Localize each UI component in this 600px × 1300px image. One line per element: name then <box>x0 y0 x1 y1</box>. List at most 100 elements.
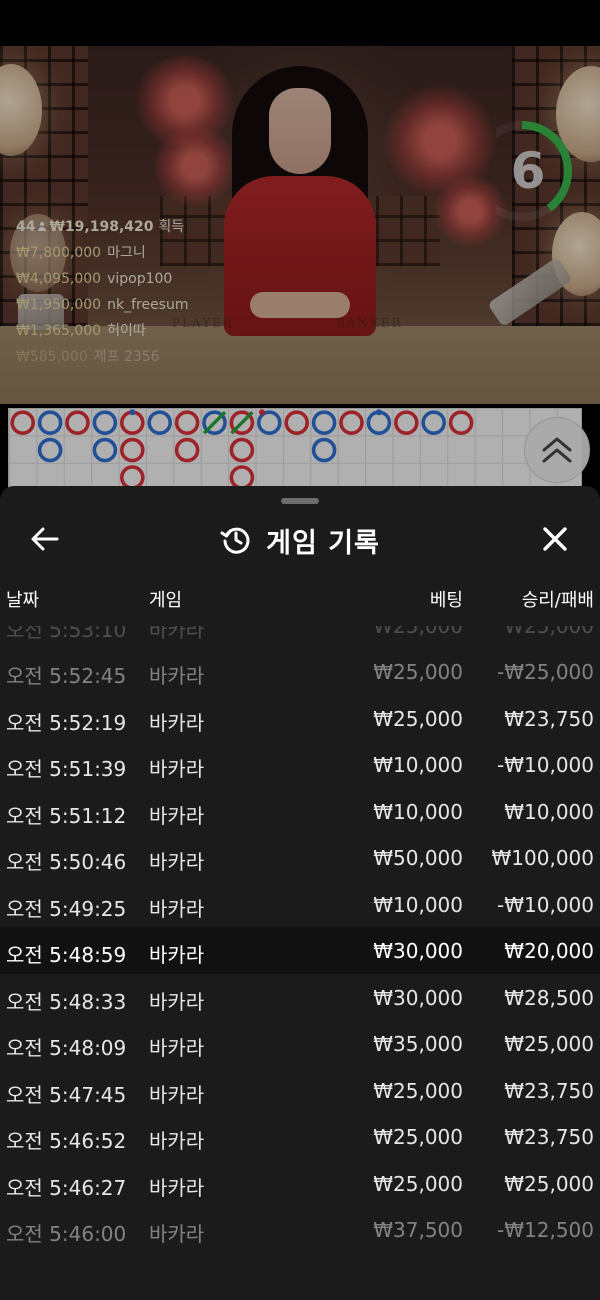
column-date: 날짜 <box>6 590 40 611</box>
game-history-sheet: 게임 기록 날짜 게임 베팅 승리/패배 오전 5:53:10 바카라 ₩25,… <box>0 486 600 1300</box>
row-result: ₩10,000 <box>504 799 594 824</box>
row-game: 바카라 <box>149 1175 205 1200</box>
table-row[interactable]: 오전 5:47:45 바카라 ₩25,000 ₩23,750 <box>0 1067 600 1114</box>
winner-row: ₩1,365,000 허이따 <box>16 323 146 339</box>
table-row[interactable]: 오전 5:46:27 바카라 ₩25,000 ₩25,000 <box>0 1160 600 1207</box>
row-bet: ₩25,000 <box>373 1171 463 1196</box>
dealer-face <box>269 88 331 174</box>
road-player-mark <box>92 437 118 463</box>
road-player-mark <box>421 410 447 435</box>
table-row-edge <box>0 1253 600 1300</box>
road-pair-dot <box>129 409 136 416</box>
row-game: 바카라 <box>149 943 205 967</box>
row-date: 오전 5:46:00 <box>6 1222 127 1246</box>
status-bar <box>0 0 600 46</box>
row-date: 오전 5:49:25 <box>6 896 127 921</box>
sheet-header: 게임 기록 <box>0 518 600 562</box>
close-icon <box>543 527 567 551</box>
row-result: ₩25,000 <box>504 1032 594 1056</box>
row-bet: ₩37,500 <box>373 1218 463 1242</box>
row-bet: ₩35,000 <box>373 1032 463 1056</box>
table-row[interactable]: 오전 5:53:10 바카라 ₩25,000 ₩25,000 <box>0 626 600 648</box>
history-clock-icon <box>220 527 250 554</box>
row-date: 오전 5:48:33 <box>6 989 127 1014</box>
sheet-grab-handle[interactable] <box>281 498 319 504</box>
row-game: 바카라 <box>149 1129 205 1153</box>
row-game: 바카라 <box>149 1036 205 1060</box>
table-row[interactable]: 오전 5:46:52 바카라 ₩25,000 ₩23,750 <box>0 1113 600 1160</box>
table-row[interactable]: 오전 5:50:46 바카라 ₩50,000 ₩100,000 <box>0 834 600 881</box>
collapse-button[interactable] <box>524 417 590 483</box>
row-bet: ₩25,000 <box>373 660 463 684</box>
column-bet: 베팅 <box>429 590 463 611</box>
row-game: 바카라 <box>149 1082 205 1107</box>
road-player-mark <box>92 410 118 435</box>
row-date: 오전 5:47:45 <box>6 1082 127 1107</box>
row-result: -₩10,000 <box>497 753 594 777</box>
row-result: ₩20,000 <box>504 939 594 963</box>
row-game: 바카라 <box>149 710 205 735</box>
banker-felt-label: BANKER <box>336 316 403 330</box>
table-row[interactable]: 오전 5:52:19 바카라 ₩25,000 ₩23,750 <box>0 695 600 742</box>
table-row[interactable]: 오전 5:48:59 바카라 ₩30,000 ₩20,000 <box>0 927 600 974</box>
row-game: 바카라 <box>149 803 205 828</box>
row-result: ₩23,750 <box>504 1078 594 1103</box>
road-banker-mark <box>229 437 255 463</box>
bead-road[interactable] <box>8 408 582 494</box>
row-bet: ₩30,000 <box>373 985 463 1010</box>
row-date: 오전 5:51:12 <box>6 803 127 828</box>
row-bet: ₩50,000 <box>373 846 463 870</box>
user-icon <box>38 222 47 231</box>
road-pair-dot <box>375 409 382 416</box>
row-bet: ₩10,000 <box>373 799 463 824</box>
table-row[interactable]: 오전 5:52:45 바카라 ₩25,000 -₩25,000 <box>0 648 600 695</box>
row-game: 바카라 <box>149 1222 205 1246</box>
table-row[interactable]: 오전 5:51:12 바카라 ₩10,000 ₩10,000 <box>0 788 600 835</box>
row-result: ₩23,750 <box>504 1125 594 1149</box>
row-result: ₩100,000 <box>491 846 594 870</box>
road-player-mark <box>202 410 227 435</box>
road-banker-mark <box>120 437 145 463</box>
road-banker-mark <box>120 465 145 490</box>
close-button[interactable] <box>532 516 578 562</box>
road-player-mark <box>366 409 392 435</box>
row-result: ₩23,750 <box>504 706 594 731</box>
row-date: 오전 5:48:59 <box>6 943 127 967</box>
table-row[interactable]: 오전 5:48:33 바카라 ₩30,000 ₩28,500 <box>0 974 600 1021</box>
winner-row: ₩4,095,000 vipop100 <box>16 271 173 287</box>
road-banker-mark <box>229 465 255 490</box>
row-result: -₩25,000 <box>497 660 594 684</box>
row-game: 바카라 <box>149 896 205 921</box>
dealer-hands <box>250 292 350 318</box>
column-result: 승리/패배 <box>521 590 594 611</box>
winner-row: ₩7,800,000 마그니 <box>16 245 146 261</box>
sheet-title: 게임 기록 <box>266 527 380 559</box>
road-banker-mark <box>10 410 35 435</box>
table-row[interactable]: 오전 5:46:00 바카라 ₩37,500 -₩12,500 <box>0 1206 600 1253</box>
winner-row: ₩1,950,000 nk_freesum <box>16 297 189 313</box>
table-row[interactable]: 오전 5:48:09 바카라 ₩35,000 ₩25,000 <box>0 1020 600 1067</box>
road-banker-mark <box>229 410 255 435</box>
road-player-mark <box>147 410 172 435</box>
row-date: 오전 5:46:27 <box>6 1175 127 1200</box>
road-pair-dot <box>258 409 265 416</box>
road-banker-mark <box>448 410 474 435</box>
table-row[interactable]: 오전 5:51:39 바카라 ₩10,000 -₩10,000 <box>0 741 600 788</box>
road-banker-mark <box>65 410 90 435</box>
road-marks <box>10 409 474 490</box>
road-banker-mark <box>174 437 200 463</box>
countdown-timer: 6 <box>472 116 576 226</box>
history-list[interactable]: 오전 5:53:10 바카라 ₩25,000 ₩25,000 오전 5:52:4… <box>0 626 600 1299</box>
table-row[interactable]: 오전 5:49:25 바카라 ₩10,000 -₩10,000 <box>0 881 600 928</box>
row-bet: ₩25,000 <box>373 1078 463 1103</box>
row-game: 바카라 <box>149 850 205 874</box>
row-date: 오전 5:46:52 <box>6 1129 127 1153</box>
row-bet: ₩25,000 <box>373 706 463 731</box>
row-bet: ₩10,000 <box>373 753 463 777</box>
road-banker-mark <box>393 410 419 435</box>
row-date: 오전 5:50:46 <box>6 850 127 874</box>
road-player-mark <box>37 410 63 435</box>
winner-row: ₩585,000 제프 2356 <box>16 349 160 365</box>
row-date: 오전 5:48:09 <box>6 1036 127 1060</box>
chevron-double-up-icon <box>542 437 572 463</box>
